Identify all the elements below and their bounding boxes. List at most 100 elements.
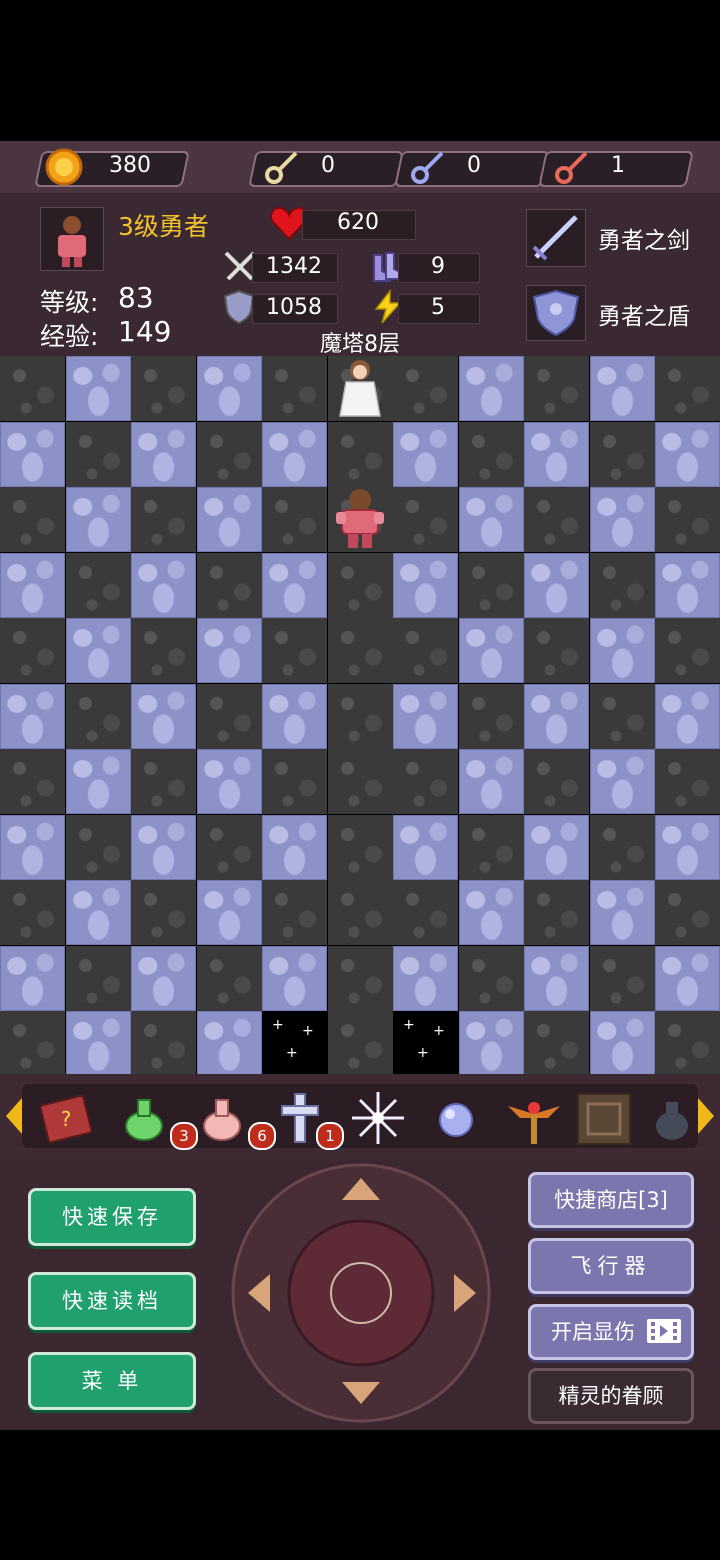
wall-tile[interactable] xyxy=(66,749,131,814)
wall-tile[interactable] xyxy=(66,880,131,945)
floor-tile[interactable] xyxy=(0,618,65,683)
wall-tile[interactable] xyxy=(655,815,720,880)
floor-tile[interactable] xyxy=(262,618,327,683)
wall-tile[interactable] xyxy=(459,618,524,683)
wall-tile[interactable] xyxy=(0,553,65,618)
rune-tablet-icon[interactable] xyxy=(574,1088,634,1148)
floor-tile[interactable] xyxy=(131,356,196,421)
green-potion-icon[interactable] xyxy=(114,1088,174,1148)
floor-tile[interactable] xyxy=(197,553,262,618)
floor-tile[interactable] xyxy=(393,749,458,814)
wall-tile[interactable] xyxy=(262,946,327,1011)
floor-tile[interactable] xyxy=(655,618,720,683)
wall-tile[interactable] xyxy=(459,880,524,945)
wall-tile[interactable] xyxy=(655,946,720,1011)
floor-tile[interactable] xyxy=(524,1011,589,1074)
floor-tile[interactable] xyxy=(590,684,655,749)
floor-tile[interactable] xyxy=(590,946,655,1011)
quick-shop-button[interactable]: 快捷商店[3] xyxy=(528,1172,694,1228)
wall-tile[interactable] xyxy=(393,553,458,618)
floor-tile[interactable] xyxy=(328,618,393,683)
dark-vase-icon[interactable] xyxy=(644,1088,690,1148)
wall-tile[interactable] xyxy=(459,749,524,814)
winged-staff-icon[interactable] xyxy=(504,1088,564,1148)
monster-manual-icon[interactable]: ? xyxy=(36,1088,96,1148)
floor-tile[interactable] xyxy=(590,553,655,618)
wall-tile[interactable] xyxy=(131,815,196,880)
wall-tile[interactable] xyxy=(524,946,589,1011)
ice-magic-icon[interactable] xyxy=(348,1088,408,1148)
floor-tile[interactable] xyxy=(66,684,131,749)
wall-tile[interactable] xyxy=(66,487,131,552)
wall-tile[interactable] xyxy=(197,618,262,683)
wall-tile[interactable] xyxy=(66,618,131,683)
wall-tile[interactable] xyxy=(262,815,327,880)
wall-tile[interactable] xyxy=(197,356,262,421)
floor-tile[interactable] xyxy=(590,815,655,880)
floor-tile[interactable] xyxy=(66,815,131,880)
wall-tile[interactable] xyxy=(197,749,262,814)
stairs-tile[interactable]: + + + xyxy=(393,1011,458,1074)
wall-tile[interactable] xyxy=(590,1011,655,1074)
wall-tile[interactable] xyxy=(393,815,458,880)
wall-tile[interactable] xyxy=(590,749,655,814)
wall-tile[interactable] xyxy=(524,422,589,487)
arrow-right-icon[interactable] xyxy=(452,1272,478,1314)
floor-tile[interactable] xyxy=(197,815,262,880)
wall-tile[interactable] xyxy=(393,946,458,1011)
floor-tile[interactable] xyxy=(262,880,327,945)
floor-tile[interactable] xyxy=(262,749,327,814)
floor-tile[interactable] xyxy=(262,487,327,552)
floor-tile[interactable] xyxy=(66,553,131,618)
wall-tile[interactable] xyxy=(262,684,327,749)
wall-tile[interactable] xyxy=(0,422,65,487)
wall-tile[interactable] xyxy=(197,880,262,945)
floor-tile[interactable] xyxy=(131,487,196,552)
floor-tile[interactable] xyxy=(328,553,393,618)
floor-tile[interactable] xyxy=(328,946,393,1011)
wall-tile[interactable] xyxy=(590,487,655,552)
arrow-down-icon[interactable] xyxy=(340,1380,382,1406)
wall-tile[interactable] xyxy=(590,618,655,683)
floor-tile[interactable] xyxy=(66,946,131,1011)
arrow-up-icon[interactable] xyxy=(340,1176,382,1202)
wall-tile[interactable] xyxy=(655,684,720,749)
floor-tile[interactable] xyxy=(0,749,65,814)
wall-tile[interactable] xyxy=(66,1011,131,1074)
floor-tile[interactable] xyxy=(459,553,524,618)
wall-tile[interactable] xyxy=(590,880,655,945)
wall-tile[interactable] xyxy=(262,422,327,487)
fly-button[interactable]: 飞行器 xyxy=(528,1238,694,1294)
wall-tile[interactable] xyxy=(459,1011,524,1074)
floor-tile[interactable] xyxy=(393,356,458,421)
wall-tile[interactable] xyxy=(459,356,524,421)
wall-tile[interactable] xyxy=(0,684,65,749)
floor-tile[interactable] xyxy=(262,356,327,421)
floor-tile[interactable] xyxy=(131,749,196,814)
floor-tile[interactable] xyxy=(655,1011,720,1074)
hero-sprite[interactable] xyxy=(328,484,392,550)
wall-tile[interactable] xyxy=(524,815,589,880)
floor-tile[interactable] xyxy=(328,815,393,880)
floor-tile[interactable] xyxy=(393,487,458,552)
wall-tile[interactable] xyxy=(131,553,196,618)
floor-tile[interactable] xyxy=(459,422,524,487)
floor-tile[interactable] xyxy=(655,356,720,421)
floor-tile[interactable] xyxy=(459,684,524,749)
orb-icon[interactable] xyxy=(426,1088,486,1148)
fairy-npc[interactable] xyxy=(330,356,390,420)
floor-tile[interactable] xyxy=(131,1011,196,1074)
arrow-left-icon[interactable] xyxy=(246,1272,272,1314)
wall-tile[interactable] xyxy=(66,356,131,421)
floor-tile[interactable] xyxy=(459,946,524,1011)
floor-tile[interactable] xyxy=(328,749,393,814)
wall-tile[interactable] xyxy=(0,946,65,1011)
floor-tile[interactable] xyxy=(393,618,458,683)
menu-button[interactable]: 菜 单 xyxy=(28,1352,196,1410)
floor-tile[interactable] xyxy=(328,1011,393,1074)
fairy-blessing-button[interactable]: 精灵的眷顾 xyxy=(528,1368,694,1424)
wall-tile[interactable] xyxy=(262,553,327,618)
floor-tile[interactable] xyxy=(131,618,196,683)
floor-tile[interactable] xyxy=(0,880,65,945)
floor-tile[interactable] xyxy=(131,880,196,945)
